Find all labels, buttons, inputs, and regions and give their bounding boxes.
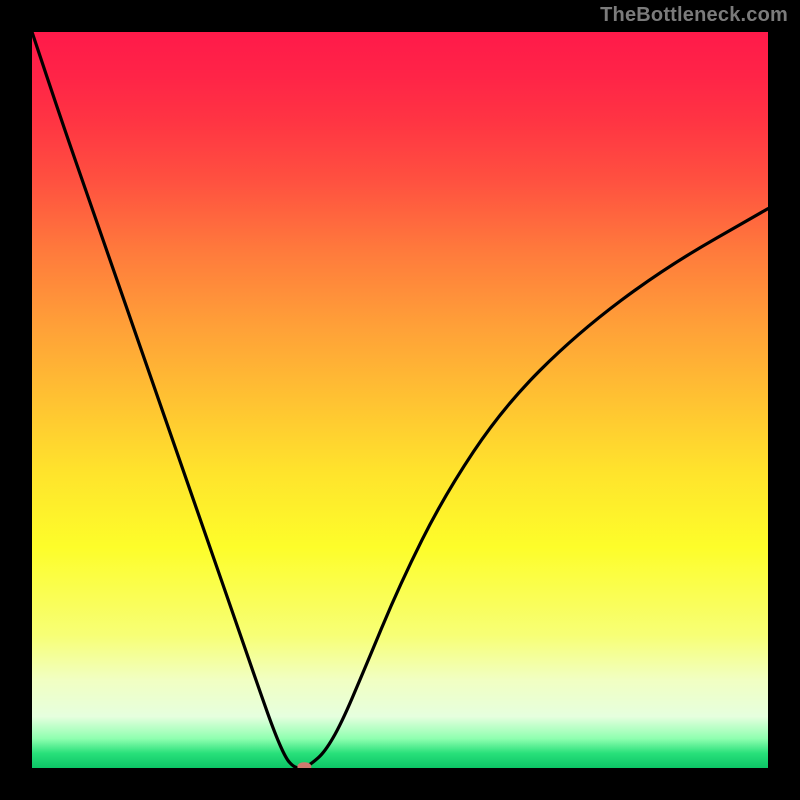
- curve-svg: [32, 32, 768, 768]
- bottleneck-curve: [32, 32, 768, 768]
- bottleneck-point-marker: [298, 762, 311, 768]
- plot-area: [32, 32, 768, 768]
- watermark-text: TheBottleneck.com: [600, 4, 788, 27]
- chart-frame: TheBottleneck.com: [0, 0, 800, 800]
